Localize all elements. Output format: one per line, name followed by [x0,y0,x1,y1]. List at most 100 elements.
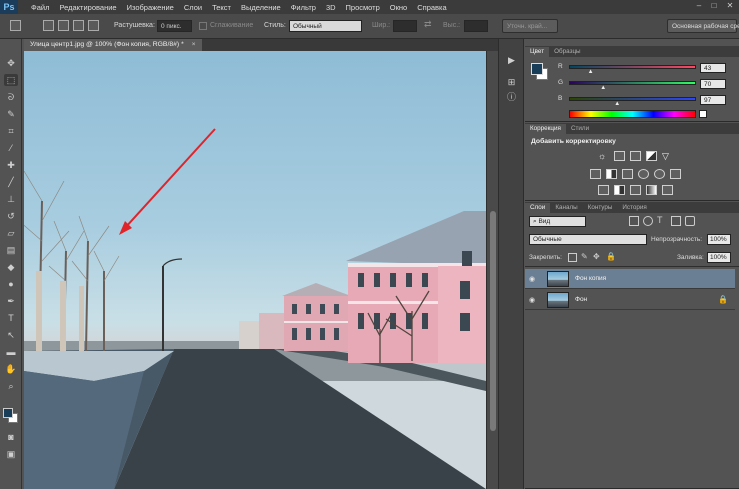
menu-file[interactable]: Файл [26,3,54,12]
marquee-preset-icon[interactable] [10,20,21,31]
play-actions-icon[interactable]: ▶ [504,54,519,67]
slider-red-thumb[interactable]: ▲ [588,69,594,75]
vertical-scrollbar[interactable] [486,51,498,489]
refine-edge-button[interactable]: Уточн. край... [502,19,558,33]
exposure-icon[interactable] [646,151,657,161]
screen-mode-icon[interactable]: ▣ [4,448,18,460]
channel-mixer-icon[interactable] [654,169,665,179]
selective-color-icon[interactable] [662,185,673,195]
lock-all-icon[interactable]: 🔒 [606,252,616,261]
rectangle-icon[interactable]: ▬ [4,346,18,358]
fill-input[interactable]: 100% [707,252,731,263]
filter-type-icon[interactable]: T [657,215,663,225]
gradient-icon[interactable]: ▤ [4,244,18,256]
menu-layer[interactable]: Слои [179,3,207,12]
color-balance-icon[interactable] [606,169,617,179]
crop-icon[interactable]: ⌗ [4,125,18,137]
tab-styles[interactable]: Стили [566,124,594,134]
slider-red[interactable]: R ▲ 43 [558,63,739,75]
document-canvas[interactable] [24,51,486,489]
blend-mode-select[interactable]: Обычные [529,234,647,245]
close-document-icon[interactable]: × [192,41,196,48]
tab-paths[interactable]: Контуры [583,203,618,213]
menu-3d[interactable]: 3D [321,3,341,12]
stamp-icon[interactable]: ⊥ [4,193,18,205]
color-spectrum-bar[interactable] [569,110,696,118]
brightness-icon[interactable]: ☼ [598,151,609,161]
lasso-icon[interactable]: ᘐ [4,91,18,103]
foreground-color-swatch[interactable] [3,408,13,418]
swap-icon[interactable]: ⇄ [424,19,432,30]
path-select-icon[interactable]: ↖ [4,329,18,341]
visibility-eye-icon[interactable]: ◉ [529,296,535,304]
brush-icon[interactable]: ╱ [4,176,18,188]
menu-select[interactable]: Выделение [236,3,286,12]
style-select[interactable]: Обычный [289,20,362,32]
invert-icon[interactable] [598,185,609,195]
blue-value-input[interactable]: 97 [700,95,726,105]
vibrance-icon[interactable]: ▽ [662,151,673,161]
tab-layers[interactable]: Слои [525,203,551,213]
quick-mask-icon[interactable]: ◙ [4,431,18,443]
photo-filter-icon[interactable] [638,169,649,179]
layer-filter-select[interactable]: ⌕ Вид [529,216,586,227]
info-icon[interactable]: ⓘ [504,91,519,104]
healing-icon[interactable]: ✚ [4,159,18,171]
width-input[interactable] [393,20,417,32]
menu-window[interactable]: Окно [385,3,412,12]
menu-view[interactable]: Просмотр [341,3,385,12]
white-swatch[interactable] [699,110,707,118]
lock-position-icon[interactable]: ✥ [593,252,600,261]
blur-icon[interactable]: ◆ [4,261,18,273]
subtract-selection-icon[interactable] [73,20,84,31]
tab-color[interactable]: Цвет [525,47,550,57]
black-white-icon[interactable] [622,169,633,179]
filter-smart-object-icon[interactable] [685,216,695,226]
filter-pixel-icon[interactable] [629,216,639,226]
tab-history[interactable]: История [617,203,651,213]
layer-name[interactable]: Фон [575,296,587,303]
tab-adjustments[interactable]: Коррекция [525,124,566,134]
slider-green[interactable]: G ▲ 70 [558,79,739,91]
posterize-icon[interactable] [614,185,625,195]
layer-row[interactable]: ◉ Фон 🔒 [525,290,735,310]
restore-button[interactable]: □ [708,1,720,12]
red-value-input[interactable]: 43 [700,63,726,73]
antialias-checkbox[interactable] [199,22,207,30]
slider-green-thumb[interactable]: ▲ [600,85,606,91]
type-icon[interactable]: T [4,312,18,324]
intersect-selection-icon[interactable] [88,20,99,31]
filter-adjustment-icon[interactable] [643,216,653,226]
hue-saturation-icon[interactable] [590,169,601,179]
eyedropper-icon[interactable]: ⁄ [4,142,18,154]
menu-help[interactable]: Справка [412,3,451,12]
scrollbar-thumb[interactable] [490,211,496,431]
close-window-button[interactable]: ✕ [724,1,736,12]
feather-input[interactable]: 0 пикс. [157,20,192,32]
color-lookup-icon[interactable] [670,169,681,179]
threshold-icon[interactable] [630,185,641,195]
pen-icon[interactable]: ✒ [4,295,18,307]
height-input[interactable] [464,20,488,32]
minimize-button[interactable]: – [693,1,705,12]
add-to-selection-icon[interactable] [58,20,69,31]
new-selection-icon[interactable] [43,20,54,31]
slider-blue-track[interactable] [569,97,696,101]
tab-swatches[interactable]: Образцы [549,47,585,57]
opacity-input[interactable]: 100% [707,234,731,245]
tab-channels[interactable]: Каналы [550,203,582,213]
slider-blue[interactable]: B ▲ 97 [558,95,739,107]
layer-name[interactable]: Фон копия [575,275,606,282]
slider-green-track[interactable] [569,81,696,85]
hand-icon[interactable]: ✋ [4,363,18,375]
menu-filter[interactable]: Фильтр [286,3,321,12]
zoom-icon[interactable]: ⌕ [4,380,18,392]
workspace-button[interactable]: Основная рабочая среда [667,19,739,33]
green-value-input[interactable]: 70 [700,79,726,89]
visibility-eye-icon[interactable]: ◉ [529,275,535,283]
panel-foreground-swatch[interactable] [531,63,543,75]
menu-edit[interactable]: Редактирование [54,3,121,12]
menu-type[interactable]: Текст [207,3,236,12]
marquee-icon[interactable]: ⬚ [4,74,18,86]
document-tab[interactable]: Улица центр1.jpg @ 100% (Фон копия, RGB/… [24,39,202,51]
